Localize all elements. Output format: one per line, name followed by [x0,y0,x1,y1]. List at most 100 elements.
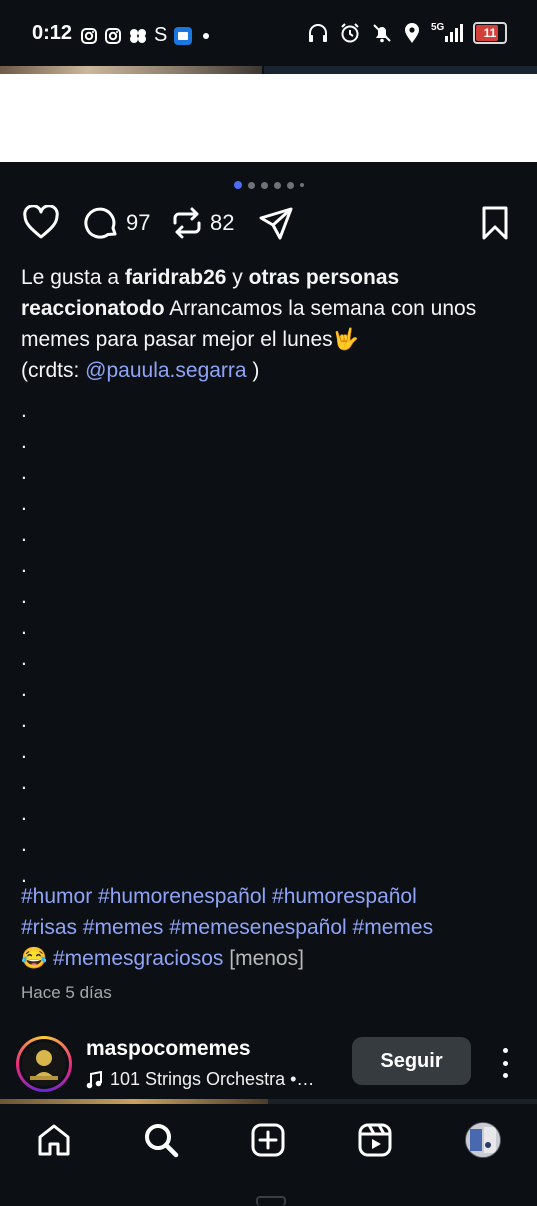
liked-by-user[interactable]: faridrab26 [125,266,227,289]
caption-dot: . [21,399,27,422]
next-post-header: maspocomemes 101 Strings Orchestra •… Se… [0,1032,537,1098]
hashtag[interactable]: #memes [353,916,434,939]
caption-dot: . [21,678,27,701]
caption-dot: . [21,523,27,546]
likes-line: Le gusta a faridrab26 y otras personas [21,262,516,293]
post-author[interactable]: reaccionatodo [21,297,165,320]
show-less-link[interactable]: [menos] [229,947,304,970]
audio-title: 101 Strings Orchestra •… [110,1069,315,1089]
nav-search[interactable] [141,1120,181,1160]
headphones-icon [309,24,327,42]
carousel-dot-active [233,181,242,189]
hashtag[interactable]: #memesgraciosos [53,947,223,970]
repost-button[interactable]: 82 [170,205,234,241]
gesture-hint [256,1196,286,1206]
carousel-indicator [0,181,537,189]
nav-create[interactable] [248,1120,288,1160]
hashtag[interactable]: #memesenespañol [169,916,346,939]
s-app-icon: S [154,24,168,46]
credits-line: (crdts: @pauula.segarra ) [21,355,516,386]
liked-by-others[interactable]: otras personas [249,266,400,289]
comment-button[interactable]: 97 [84,205,150,241]
instagram-icon [105,27,121,44]
send-icon [259,207,293,240]
dot-icon [203,32,210,39]
caption-dot: . [21,709,27,732]
store-app-icon [174,26,193,45]
laughing-emoji: 😂 [21,947,48,970]
nav-home[interactable] [34,1120,74,1160]
caption-dot: . [21,585,27,608]
comments-count: 97 [126,210,151,235]
caption-dot: . [21,740,27,763]
music-note-icon [86,1070,102,1088]
post-actions: 97 82 [0,205,537,249]
caption-dot: . [21,554,27,577]
hashtag[interactable]: #humor [21,885,92,908]
battery-indicator: 11 [473,22,507,44]
likes-prefix: Le gusta a [21,266,125,289]
carousel-dot [299,183,304,187]
caption-dot: . [21,430,27,453]
comment-icon [84,207,117,239]
nav-reels[interactable] [355,1120,395,1160]
caption-text-block: reaccionatodo Arrancamos la semana con u… [21,293,516,355]
instagram-icon [81,27,97,44]
caption-dot: . [21,616,27,639]
post-media[interactable] [0,74,537,162]
bell-muted-icon [373,24,391,43]
bookmark-icon [482,206,508,240]
profile-avatar [465,1122,501,1158]
bottom-navigation [0,1104,537,1206]
post-timestamp: Hace 5 días [21,983,112,1002]
caption-dot: . [21,492,27,515]
repost-icon [173,207,201,239]
alarm-icon [341,23,359,43]
carousel-dot [260,181,268,189]
hashtag[interactable]: #humorenespañol [98,885,266,908]
carousel-dot [273,181,281,189]
next-post-audio[interactable]: 101 Strings Orchestra •… [86,1069,314,1090]
post-caption: Le gusta a faridrab26 y otras personas r… [21,262,516,386]
signal-icon: 5G [431,22,463,44]
hashtags: #humor #humorenespañol #humorespañol #ri… [21,881,516,974]
home-icon [38,1124,70,1156]
credits-mention[interactable]: @pauula.segarra [85,359,246,382]
system-icons: 5G 11 [307,22,507,44]
caption-dots: . . . . . . . . . . . . . . . . [21,400,27,896]
location-icon [405,23,419,43]
more-options-button[interactable] [496,1048,514,1078]
clover-app-icon [130,28,146,43]
notification-icons: S [80,24,210,47]
hashtag[interactable]: #risas [21,916,77,939]
nav-profile[interactable] [463,1120,503,1160]
story-ring[interactable] [16,1036,72,1092]
caption-dot: . [21,771,27,794]
caption-dot: . [21,647,27,670]
credits-prefix: (crdts: [21,359,86,382]
carousel-dot [286,181,294,189]
save-button[interactable] [480,205,510,241]
reposts-count: 82 [210,210,235,235]
caption-dot: . [21,802,27,825]
hashtag[interactable]: #humorespañol [272,885,417,908]
reels-icon [358,1123,392,1157]
battery-level: 11 [483,26,497,40]
hashtags-line: 😂 #memesgraciosos [menos] [21,943,516,974]
caption-dot: . [21,461,27,484]
hashtags-line: #risas #memes #memesenespañol #memes [21,912,516,943]
carousel-dot [247,181,255,189]
hashtags-line: #humor #humorenespañol #humorespañol [21,881,516,912]
next-post-username[interactable]: maspocomemes [86,1037,251,1061]
hashtag[interactable]: #memes [83,916,164,939]
like-button[interactable] [22,205,60,241]
likes-mid: y [226,266,249,289]
search-icon [145,1124,179,1158]
share-button[interactable] [258,205,294,241]
post-media-edge [0,66,537,74]
status-time: 0:12 [32,22,73,44]
credits-suffix: ) [246,359,260,382]
status-bar: 0:12 S 5G 11 [0,0,537,66]
follow-button[interactable]: Seguir [352,1037,471,1085]
caption-dot: . [21,833,27,856]
